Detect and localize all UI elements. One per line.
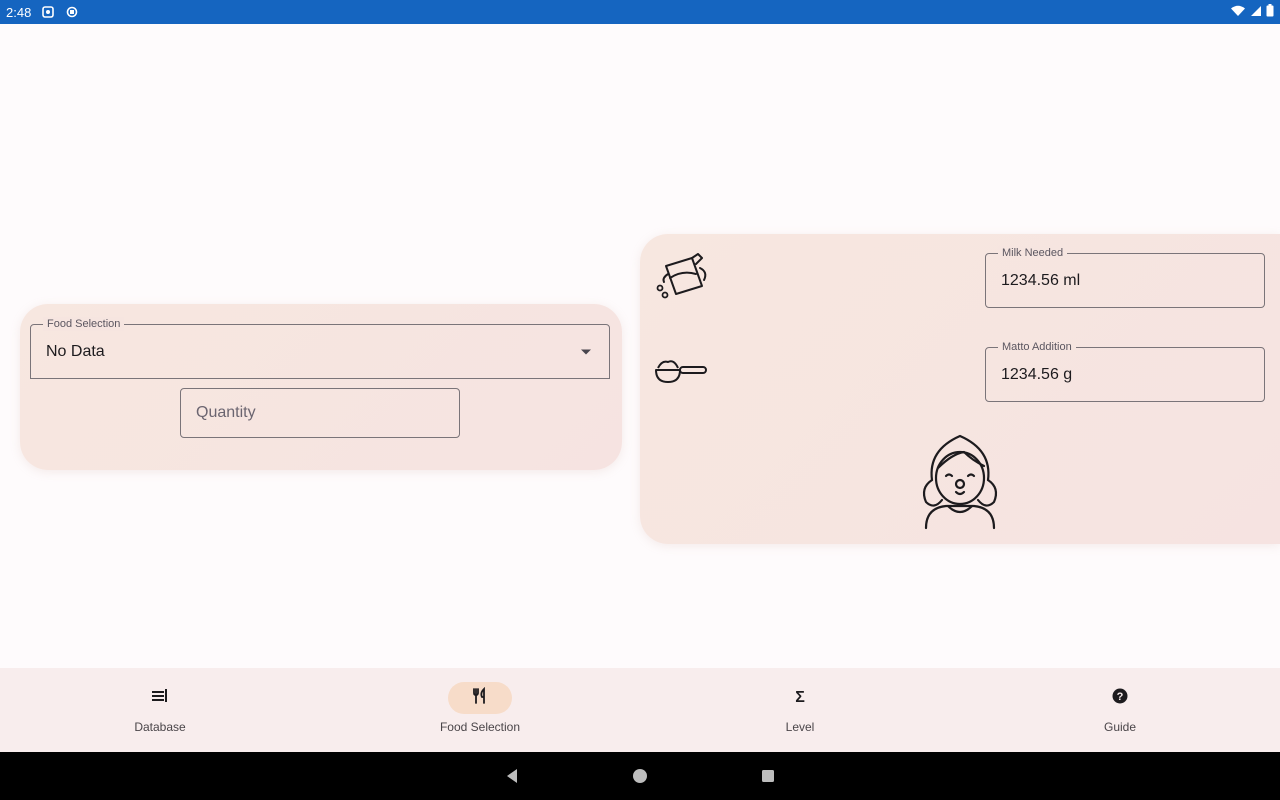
bottom-navigation: Database Food Selection Σ Level ? Guide bbox=[0, 668, 1280, 752]
nav-item-guide[interactable]: ? Guide bbox=[960, 668, 1280, 752]
nav-item-food-selection[interactable]: Food Selection bbox=[320, 668, 640, 752]
matto-addition-value: 1234.56 g bbox=[1001, 365, 1073, 383]
sync-icon bbox=[65, 5, 79, 19]
svg-text:?: ? bbox=[1117, 691, 1124, 703]
nav-icon-container: ? bbox=[1088, 682, 1152, 714]
matto-addition-field: Matto Addition 1234.56 g bbox=[985, 340, 1265, 402]
nav-label-food-selection: Food Selection bbox=[439, 720, 521, 734]
nav-label-guide: Guide bbox=[1103, 720, 1137, 734]
fork-knife-icon bbox=[471, 686, 489, 710]
recents-icon[interactable] bbox=[758, 766, 778, 786]
nav-label-database: Database bbox=[134, 720, 186, 734]
nav-icon-container bbox=[128, 682, 192, 714]
status-right-icons bbox=[1230, 4, 1274, 20]
milk-jug-icon bbox=[652, 252, 710, 305]
food-selection-label: Food Selection bbox=[43, 317, 125, 331]
dropdown-arrow-icon[interactable] bbox=[581, 349, 591, 354]
quantity-placeholder: Quantity bbox=[196, 404, 256, 421]
home-icon[interactable] bbox=[630, 766, 650, 786]
system-navigation-bar bbox=[0, 752, 1280, 800]
back-icon[interactable] bbox=[502, 766, 522, 786]
database-icon bbox=[151, 688, 169, 709]
girl-face-icon bbox=[912, 430, 1008, 539]
nav-item-database[interactable]: Database bbox=[0, 668, 320, 752]
app-notification-icon bbox=[41, 5, 55, 19]
nav-label-level: Level bbox=[785, 720, 815, 734]
milk-needed-field: Milk Needed 1234.56 ml bbox=[985, 246, 1265, 308]
matto-addition-label: Matto Addition bbox=[998, 340, 1076, 354]
food-selection-value: No Data bbox=[46, 342, 105, 360]
measuring-scoop-icon bbox=[652, 354, 710, 391]
milk-needed-label: Milk Needed bbox=[998, 246, 1068, 260]
status-bar: 2:48 bbox=[0, 0, 1280, 24]
help-icon: ? bbox=[1112, 688, 1128, 709]
milk-needed-value: 1234.56 ml bbox=[1001, 271, 1081, 289]
battery-icon bbox=[1266, 4, 1274, 20]
nav-active-indicator bbox=[448, 682, 512, 714]
nav-item-level[interactable]: Σ Level bbox=[640, 668, 960, 752]
food-selection-dropdown[interactable]: Food Selection No Data bbox=[30, 317, 610, 379]
quantity-input[interactable]: Quantity bbox=[180, 388, 460, 438]
status-time: 2:48 bbox=[6, 4, 32, 20]
wifi-icon bbox=[1230, 5, 1246, 20]
signal-icon bbox=[1250, 5, 1262, 20]
sigma-icon: Σ bbox=[795, 689, 805, 706]
nav-icon-container: Σ bbox=[768, 682, 832, 714]
